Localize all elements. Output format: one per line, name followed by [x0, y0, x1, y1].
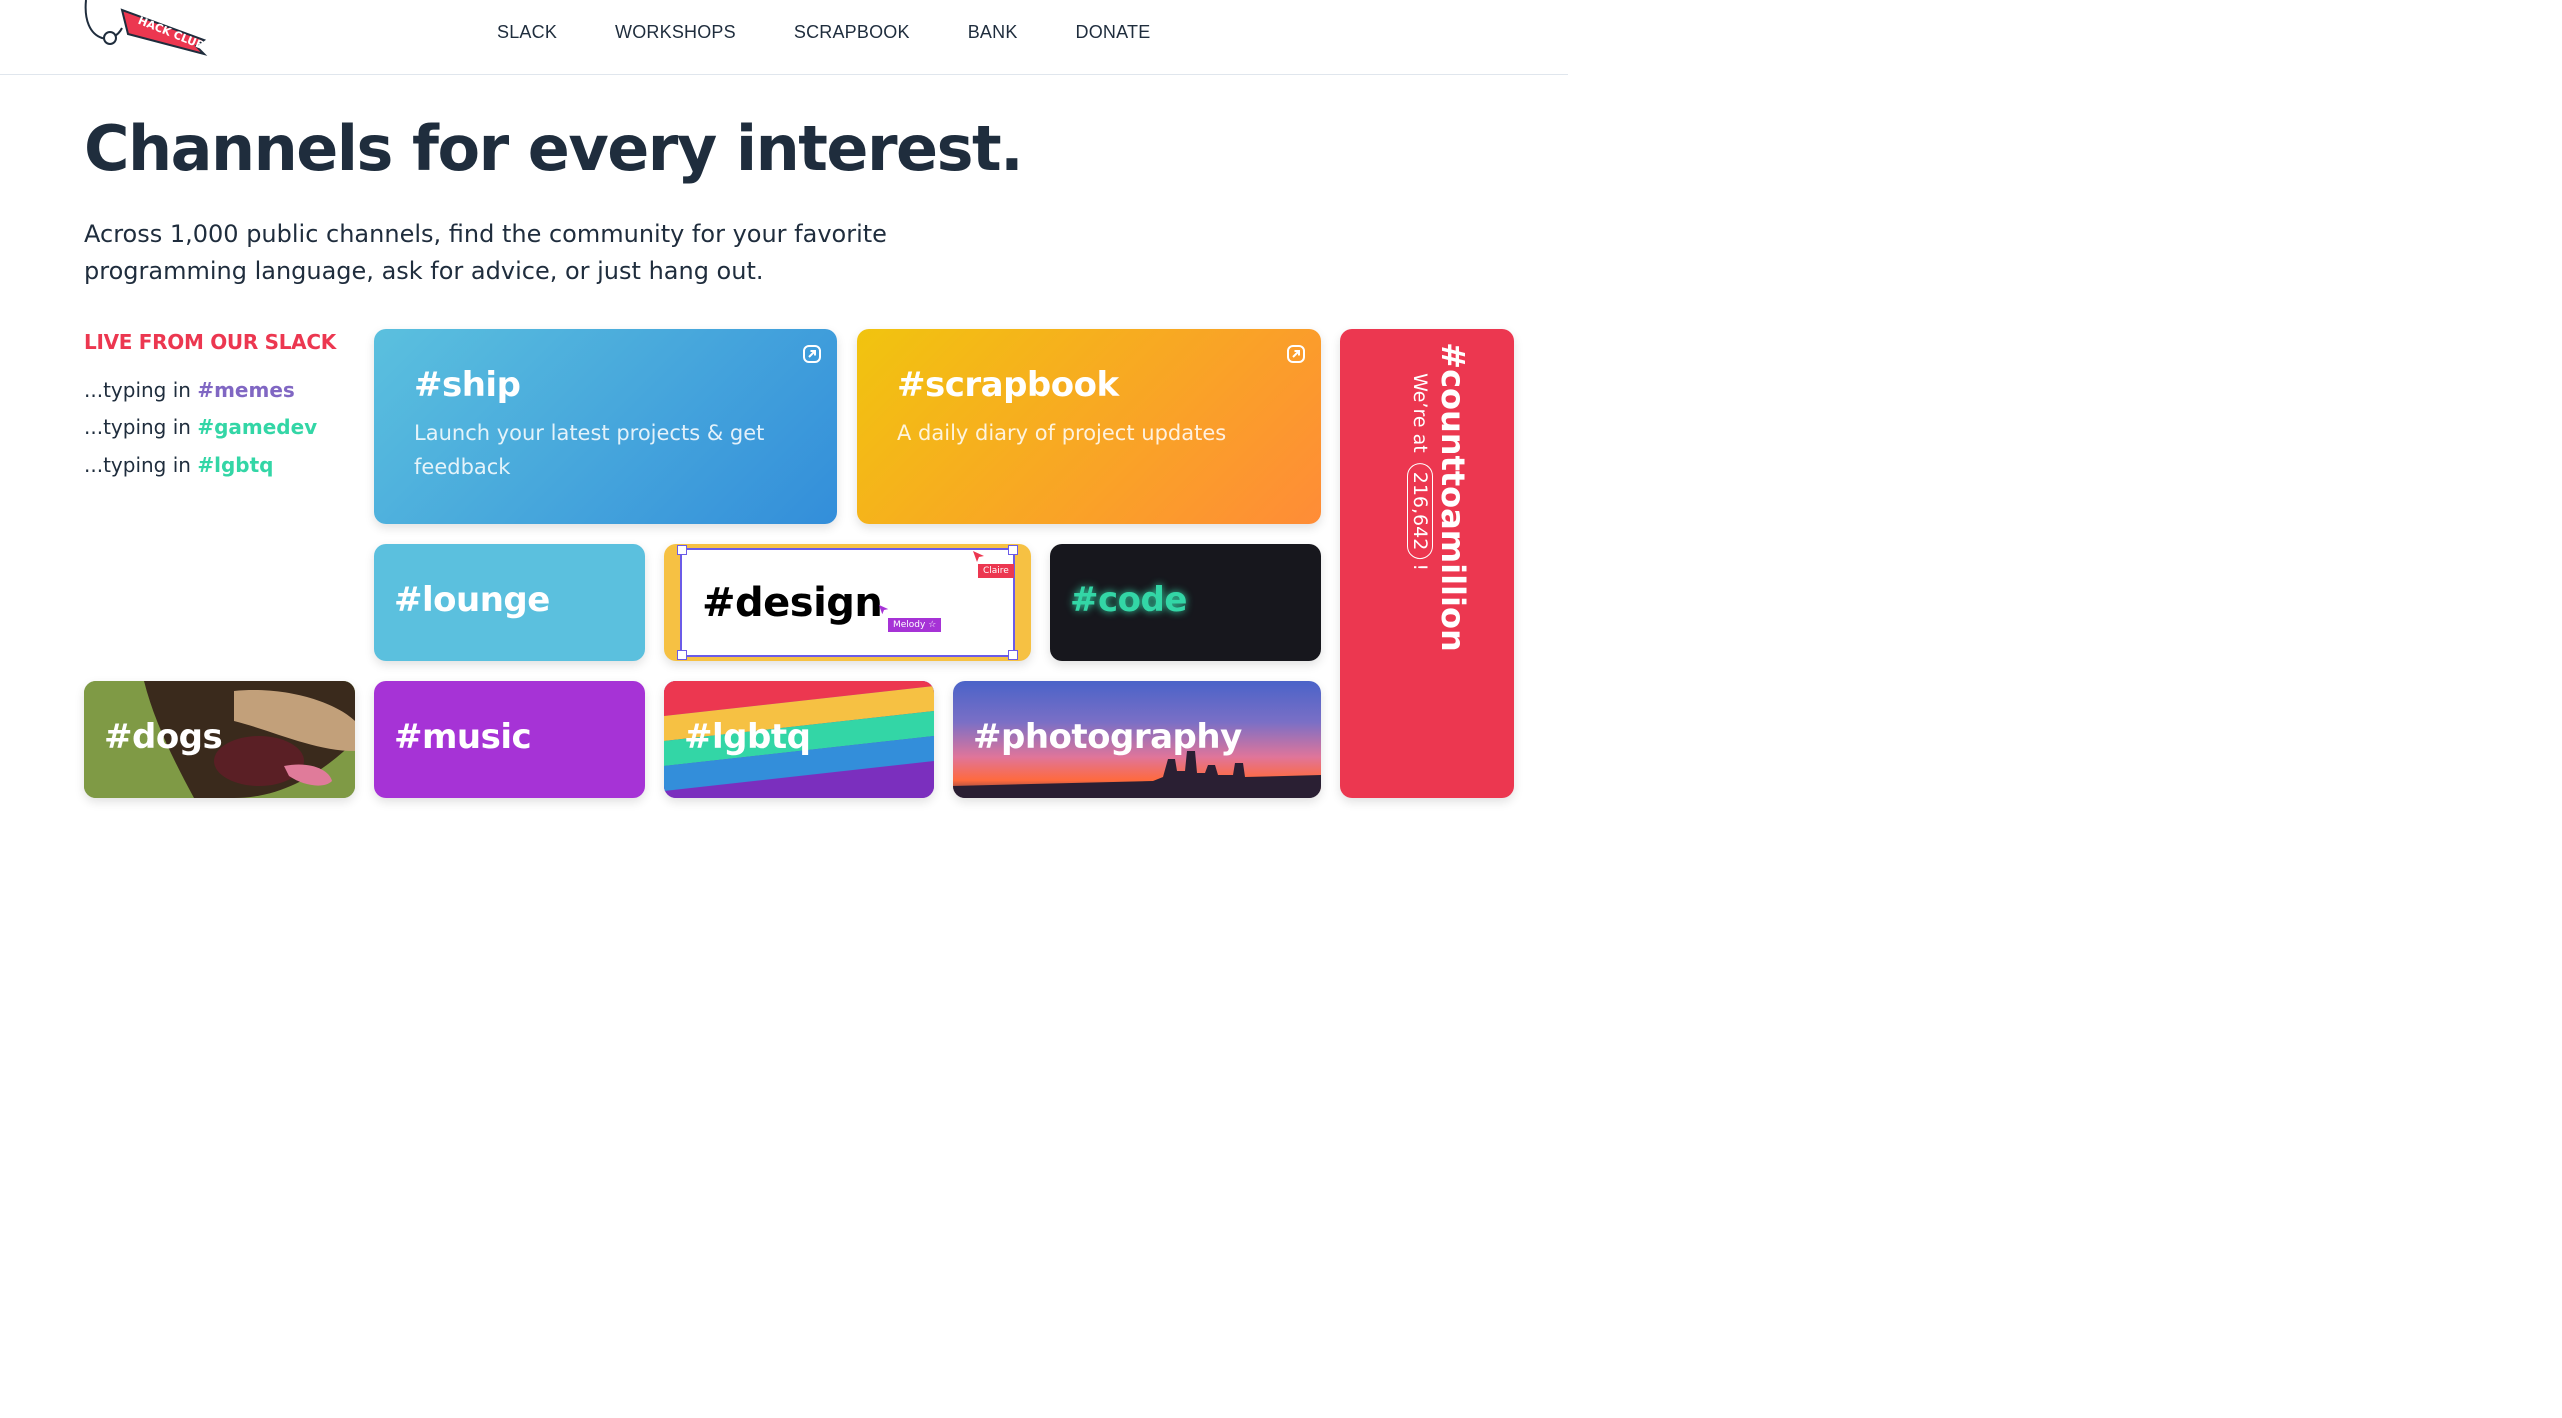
nav-bank[interactable]: BANK — [968, 22, 1018, 43]
site-header: HACK CLUB SLACK WORKSHOPS SCRAPBOOK BANK… — [0, 0, 1568, 75]
card-ship-name: #ship — [414, 365, 521, 405]
design-canvas: #design Claire Melody ☆ — [677, 545, 1018, 660]
count-value: 216,642 — [1407, 462, 1433, 560]
typing-prefix: ...typing in — [84, 415, 198, 439]
typing-item: ...typing in #lgbtq — [84, 453, 273, 477]
nav-scrapbook[interactable]: SCRAPBOOK — [794, 22, 910, 43]
typing-channel-lgbtq[interactable]: #lgbtq — [197, 453, 273, 477]
card-scrapbook[interactable]: #scrapbook A daily diary of project upda… — [857, 329, 1321, 524]
typing-item: ...typing in #gamedev — [84, 415, 317, 439]
card-code[interactable]: #code — [1050, 544, 1321, 661]
external-link-icon[interactable] — [802, 344, 822, 364]
cursor-label-claire: Claire — [978, 564, 1014, 578]
card-dogs[interactable]: #dogs — [84, 681, 355, 798]
card-photography-name: #photography — [973, 717, 1242, 757]
card-design[interactable]: #design Claire Melody ☆ — [664, 544, 1031, 661]
card-code-name: #code — [1070, 580, 1187, 620]
hack-club-logo[interactable]: HACK CLUB — [84, 0, 208, 58]
card-lounge-name: #lounge — [394, 580, 550, 620]
typing-channel-gamedev[interactable]: #gamedev — [197, 415, 317, 439]
card-ship-desc: Launch your latest projects & get feedba… — [414, 421, 765, 479]
typing-item: ...typing in #memes — [84, 378, 295, 402]
card-scrapbook-name: #scrapbook — [897, 365, 1119, 405]
count-status: We’re at 216,642! — [1407, 373, 1433, 571]
nav-slack[interactable]: SLACK — [497, 22, 557, 43]
live-title: LIVE FROM OUR SLACK — [84, 330, 336, 354]
count-suffix: ! — [1409, 563, 1431, 571]
card-counttoamillion[interactable]: #counttoamillion We’re at 216,642! — [1340, 329, 1514, 798]
selection-handle — [1008, 545, 1018, 555]
card-lgbtq-name: #lgbtq — [684, 717, 811, 757]
page-title: Channels for every interest. — [84, 112, 1024, 185]
card-scrapbook-desc: A daily diary of project updates — [897, 421, 1227, 445]
typing-prefix: ...typing in — [84, 378, 198, 402]
card-lounge[interactable]: #lounge — [374, 544, 645, 661]
page-lead: Across 1,000 public channels, find the c… — [84, 220, 887, 285]
main-nav: SLACK WORKSHOPS SCRAPBOOK BANK DONATE — [497, 22, 1208, 43]
cursor-icon — [973, 551, 984, 562]
nav-workshops[interactable]: WORKSHOPS — [615, 22, 736, 43]
nav-donate[interactable]: DONATE — [1076, 22, 1151, 43]
typing-channel-memes[interactable]: #memes — [197, 378, 294, 402]
card-lgbtq[interactable]: #lgbtq — [664, 681, 934, 798]
selection-handle — [1008, 650, 1018, 660]
card-music[interactable]: #music — [374, 681, 645, 798]
count-prefix: We’re at — [1409, 373, 1431, 453]
card-music-name: #music — [394, 717, 532, 757]
card-design-name: #design — [702, 580, 883, 626]
card-ship[interactable]: #ship Launch your latest projects & get … — [374, 329, 837, 524]
selection-handle — [677, 545, 687, 555]
external-link-icon[interactable] — [1286, 344, 1306, 364]
selection-handle — [677, 650, 687, 660]
card-counttoamillion-name: #counttoamillion — [1434, 342, 1472, 652]
cursor-label-melody: Melody ☆ — [888, 618, 942, 632]
card-photography[interactable]: #photography — [953, 681, 1321, 798]
card-dogs-name: #dogs — [104, 717, 223, 757]
cursor-icon — [878, 604, 889, 615]
typing-prefix: ...typing in — [84, 453, 198, 477]
